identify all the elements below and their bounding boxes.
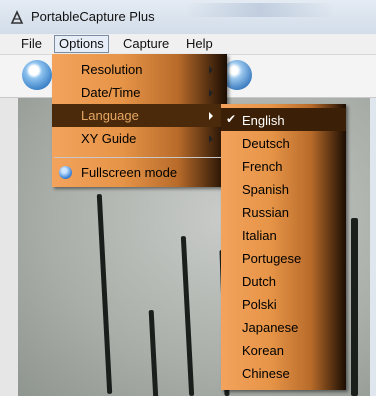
language-item-italian[interactable]: Italian (221, 223, 346, 246)
menu-item-fullscreen[interactable]: Fullscreen mode (52, 161, 227, 184)
language-item-english[interactable]: ✔ English (221, 108, 346, 131)
submenu-arrow-icon (209, 112, 213, 120)
language-item-chinese[interactable]: Chinese (221, 361, 346, 384)
language-item-french[interactable]: French (221, 154, 346, 177)
language-item-japanese[interactable]: Japanese (221, 315, 346, 338)
menu-capture[interactable]: Capture (119, 36, 173, 52)
language-item-korean[interactable]: Korean (221, 338, 346, 361)
submenu-arrow-icon (209, 135, 213, 143)
ruler-tick (180, 235, 195, 396)
ruler-tick (96, 194, 113, 394)
menu-file[interactable]: File (17, 36, 46, 52)
ruler-tick (351, 218, 358, 396)
title-bar: PortableCapture Plus (0, 0, 376, 34)
language-item-deutsch[interactable]: Deutsch (221, 131, 346, 154)
language-item-russian[interactable]: Russian (221, 200, 346, 223)
app-icon (10, 10, 24, 24)
menu-item-resolution[interactable]: Resolution (52, 58, 227, 81)
language-menu: ✔ English Deutsch French Spanish Russian… (221, 104, 346, 390)
menu-bar: File Options Capture Help (0, 34, 376, 55)
language-item-dutch[interactable]: Dutch (221, 269, 346, 292)
options-menu: Resolution Date/Time Language XY Guide F… (52, 54, 227, 187)
language-item-spanish[interactable]: Spanish (221, 177, 346, 200)
camera-button[interactable] (22, 60, 52, 90)
fullscreen-icon (59, 166, 72, 179)
language-item-portugese[interactable]: Portugese (221, 246, 346, 269)
language-item-polski[interactable]: Polski (221, 292, 346, 315)
menu-help[interactable]: Help (182, 36, 217, 52)
window-title: PortableCapture Plus (31, 9, 155, 24)
menu-separator (54, 157, 225, 158)
menu-item-xy-guide[interactable]: XY Guide (52, 127, 227, 150)
menu-item-date-time[interactable]: Date/Time (52, 81, 227, 104)
submenu-arrow-icon (209, 89, 213, 97)
checkmark-icon: ✔ (226, 112, 237, 126)
submenu-arrow-icon (209, 66, 213, 74)
menu-options[interactable]: Options (54, 35, 109, 53)
menu-item-language[interactable]: Language (52, 104, 227, 127)
ruler-tick (148, 309, 159, 396)
